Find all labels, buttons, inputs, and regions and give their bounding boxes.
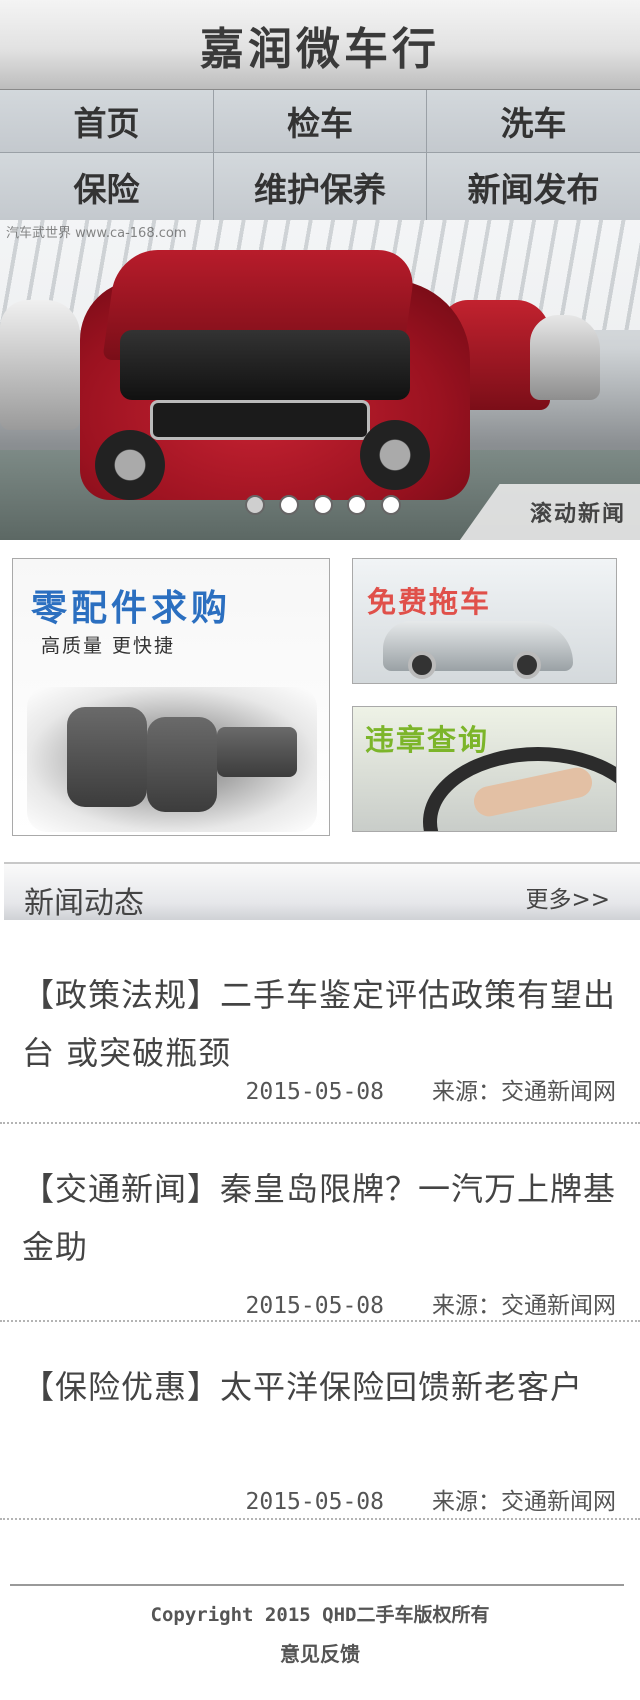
parts-card-title: 零配件求购 xyxy=(31,588,232,629)
banner-carousel[interactable]: 汽车武世界 www.ca-168.com 滚动新闻 xyxy=(0,220,640,540)
news-item-date: 2015-05-08 xyxy=(245,1079,384,1105)
news-item-title[interactable]: 【交通新闻】秦皇岛限牌？一汽万上牌基金助 xyxy=(22,1160,618,1276)
car-wheel xyxy=(513,651,541,679)
site-title: 嘉润微车行 xyxy=(200,23,440,75)
main-nav: 首页 检车 洗车 保险 维护保养 新闻发布 xyxy=(0,90,640,220)
news-list-item[interactable]: 【交通新闻】秦皇岛限牌？一汽万上牌基金助 2015-05-08 来源：交通新闻网 xyxy=(0,1124,640,1322)
carousel-dot[interactable] xyxy=(347,495,367,515)
footer-divider xyxy=(10,1584,624,1586)
nav-item-home[interactable]: 首页 xyxy=(0,90,214,153)
news-more-link[interactable]: 更多>> xyxy=(525,880,610,914)
news-item-meta: 2015-05-08 来源：交通新闻网 xyxy=(246,1072,616,1106)
news-list-item[interactable]: 【保险优惠】太平洋保险回馈新老客户 2015-05-08 来源：交通新闻网 xyxy=(0,1322,640,1520)
footer-copyright: Copyright 2015 QHD二手车版权所有 xyxy=(150,1604,490,1626)
carousel-dot[interactable] xyxy=(245,495,265,515)
car-wheel xyxy=(360,420,430,490)
parts-purchase-card[interactable]: 零配件求购 高质量 更快捷 xyxy=(12,558,330,836)
car-seat xyxy=(67,707,147,807)
news-list-item[interactable]: 【政策法规】二手车鉴定评估政策有望出台 或突破瓶颈 2015-05-08 来源：交… xyxy=(0,948,640,1124)
violation-card-title: 违章查询 xyxy=(365,723,490,757)
nav-item-wash[interactable]: 洗车 xyxy=(427,90,640,153)
tow-card-title: 免费拖车 xyxy=(367,585,492,619)
news-item-source: 来源：交通新闻网 xyxy=(432,1079,616,1105)
nav-item-inspection[interactable]: 检车 xyxy=(214,90,427,153)
carousel-dot[interactable] xyxy=(279,495,299,515)
news-item-source: 来源：交通新闻网 xyxy=(432,1293,616,1319)
car-grille xyxy=(150,400,370,440)
banner-watermark: 汽车武世界 www.ca-168.com xyxy=(6,226,187,241)
news-item-date: 2015-05-08 xyxy=(245,1293,384,1319)
free-tow-card[interactable]: 免费拖车 xyxy=(352,558,617,684)
news-item-title[interactable]: 【保险优惠】太平洋保险回馈新老客户 xyxy=(22,1358,618,1416)
news-item-meta: 2015-05-08 来源：交通新闻网 xyxy=(246,1286,616,1320)
carousel-dot[interactable] xyxy=(381,495,401,515)
nav-item-maintenance[interactable]: 维护保养 xyxy=(214,153,427,220)
nav-item-insurance[interactable]: 保险 xyxy=(0,153,214,220)
news-section-title: 新闻动态 xyxy=(24,886,144,921)
car-wheel xyxy=(95,430,165,500)
background-car xyxy=(530,315,600,400)
carousel-dot[interactable] xyxy=(313,495,333,515)
carousel-dots xyxy=(245,495,401,515)
news-item-date: 2015-05-08 xyxy=(245,1489,384,1515)
parts-card-subtitle: 高质量 更快捷 xyxy=(41,635,176,657)
news-item-source: 来源：交通新闻网 xyxy=(432,1489,616,1515)
news-section-header: 新闻动态 更多>> xyxy=(4,862,640,921)
car-engine xyxy=(120,330,410,400)
car-wheel xyxy=(408,651,436,679)
app-header: 嘉润微车行 xyxy=(0,0,640,90)
violation-query-card[interactable]: 违章查询 xyxy=(352,706,617,832)
background-car xyxy=(0,300,80,430)
car-seat xyxy=(147,717,217,812)
car-interior-image xyxy=(27,687,317,832)
nav-item-news-publish[interactable]: 新闻发布 xyxy=(427,153,640,220)
news-item-meta: 2015-05-08 来源：交通新闻网 xyxy=(246,1482,616,1516)
feedback-link[interactable]: 意见反馈 xyxy=(0,1638,640,1667)
car-dashboard xyxy=(217,727,297,777)
news-item-title[interactable]: 【政策法规】二手车鉴定评估政策有望出台 或突破瓶颈 xyxy=(22,966,618,1082)
